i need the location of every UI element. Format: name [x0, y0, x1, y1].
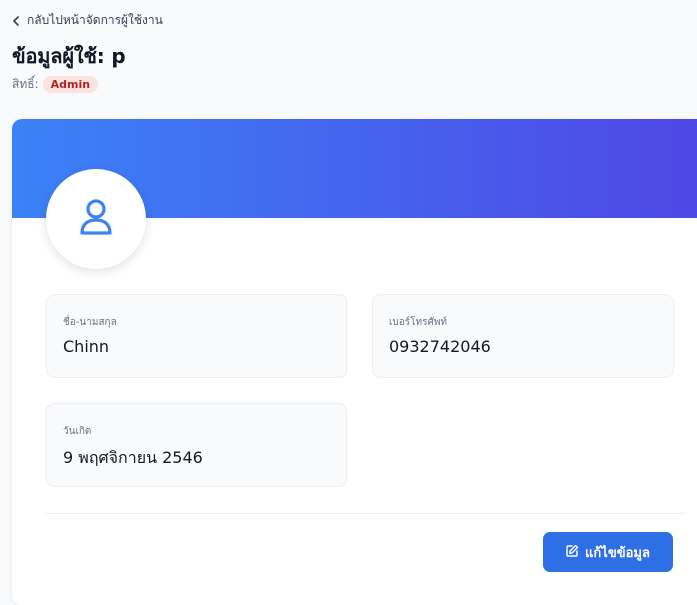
- role-badge: Admin: [42, 76, 99, 93]
- edit-profile-button[interactable]: แก้ไขข้อมูล: [543, 532, 673, 572]
- avatar: [46, 169, 146, 269]
- chevron-left-icon: [12, 15, 20, 26]
- field-value: 9 พฤศจิกายน 2546: [63, 448, 203, 467]
- back-link[interactable]: กลับไปหน้าจัดการผู้ใช้งาน: [12, 11, 163, 30]
- field-label: ชื่อ-นามสกุล: [63, 317, 117, 328]
- user-icon: [79, 198, 113, 240]
- field-label: เบอร์โทรศัพท์: [389, 317, 448, 328]
- role-label: สิทธิ์:: [12, 77, 39, 91]
- role-row: สิทธิ์: Admin: [12, 75, 99, 94]
- edit-icon: [566, 544, 579, 561]
- divider: [46, 513, 686, 514]
- page-title: ข้อมูลผู้ใช้: p: [12, 44, 126, 68]
- field-value: Chinn: [63, 337, 110, 356]
- back-link-label: กลับไปหน้าจัดการผู้ใช้งาน: [27, 13, 163, 27]
- field-value: 0932742046: [389, 337, 491, 356]
- profile-card: ชื่อ-นามสกุล Chinn เบอร์โทรศัพท์ 0932742…: [12, 119, 697, 605]
- field-fullname: ชื่อ-นามสกุล Chinn: [46, 294, 347, 378]
- edit-button-label: แก้ไขข้อมูล: [585, 545, 650, 561]
- field-phone: เบอร์โทรศัพท์ 0932742046: [372, 294, 674, 378]
- field-birthdate: วันเกิด 9 พฤศจิกายน 2546: [46, 403, 347, 487]
- field-label: วันเกิด: [63, 426, 92, 437]
